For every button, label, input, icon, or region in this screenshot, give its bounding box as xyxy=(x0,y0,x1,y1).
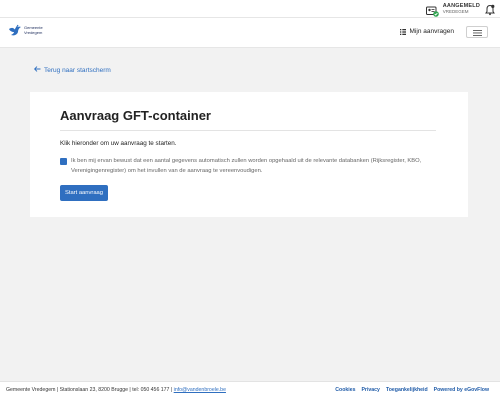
login-text: AANGEMELD VREDEGEM xyxy=(442,3,480,15)
page-title: Aanvraag GFT-container xyxy=(60,108,211,123)
footer-links: Cookies Privacy Toegankelijkheid Powered… xyxy=(335,387,489,393)
divider xyxy=(60,130,436,131)
my-requests-link[interactable]: Mijn aanvragen xyxy=(399,28,454,35)
back-to-start-link[interactable]: Terug naar startscherm xyxy=(33,66,111,74)
top-bar: AANGEMELD VREDEGEM xyxy=(0,0,500,18)
cookies-link[interactable]: Cookies xyxy=(335,387,355,393)
menu-button[interactable] xyxy=(466,26,488,38)
grid-icon xyxy=(399,28,406,35)
privacy-link[interactable]: Privacy xyxy=(361,387,379,393)
checkmark-icon xyxy=(61,165,67,170)
footer-email-link[interactable]: info@vandenbroele.be xyxy=(174,387,226,393)
request-card: Aanvraag GFT-container Klik hieronder om… xyxy=(30,92,468,217)
hamburger-icon xyxy=(472,23,482,41)
site-footer: Gemeente Vredegem | Stationslaan 23, 820… xyxy=(0,381,500,400)
start-request-button[interactable]: Start aanvraag xyxy=(60,185,108,201)
consent-row: Ik ben mij ervan bewust dat een aantal g… xyxy=(60,157,440,176)
arrow-left-icon xyxy=(33,66,41,74)
back-link-label: Terug naar startscherm xyxy=(44,66,111,74)
login-user: VREDEGEM xyxy=(442,9,469,14)
logo-text: Gemeente Vredegem xyxy=(24,26,43,35)
site-header: Gemeente Vredegem Mijn aanvragen xyxy=(0,18,500,48)
my-requests-label: Mijn aanvragen xyxy=(409,28,454,35)
user-card-icon xyxy=(425,4,439,17)
powered-by-link[interactable]: Powered by eGovFlow xyxy=(434,387,489,393)
footer-address: Gemeente Vredegem | Stationslaan 23, 820… xyxy=(6,387,174,393)
bird-logo-icon xyxy=(8,24,22,38)
accessibility-link[interactable]: Toegankelijkheid xyxy=(386,387,428,393)
intro-text: Klik hieronder om uw aanvraag te starten… xyxy=(60,140,177,147)
consent-text: Ik ben mij ervan bewust dat een aantal g… xyxy=(71,158,422,174)
logo-line-2: Vredegem xyxy=(24,30,43,35)
municipality-logo[interactable]: Gemeente Vredegem xyxy=(8,24,43,38)
consent-checkbox[interactable] xyxy=(60,158,67,170)
login-status[interactable]: AANGEMELD VREDEGEM xyxy=(425,2,480,17)
notification-bell-icon[interactable] xyxy=(485,3,495,16)
footer-contact: Gemeente Vredegem | Stationslaan 23, 820… xyxy=(6,387,226,393)
